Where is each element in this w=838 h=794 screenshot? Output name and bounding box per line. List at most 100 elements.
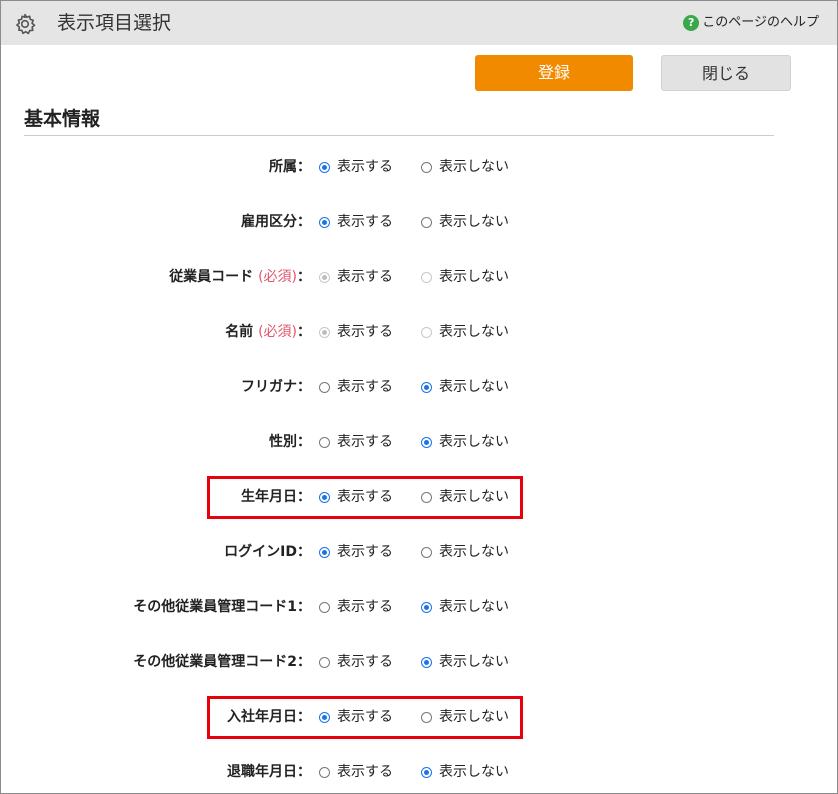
field-label-text: その他従業員管理コード1 [133, 599, 297, 615]
radio-option-hide[interactable]: 表示しない [421, 597, 509, 617]
radio-option-hide[interactable]: 表示しない [421, 432, 509, 452]
field-label: 入社年月日： [227, 707, 311, 727]
field-label-text: 従業員コード [169, 269, 254, 285]
radio-option-show[interactable]: 表示する [319, 432, 393, 452]
field-row: 雇用区分： 表示する 表示しない [1, 212, 837, 232]
field-label: 名前 (必須)： [225, 322, 311, 342]
radio-button-hide[interactable] [421, 436, 432, 448]
section-divider [24, 135, 774, 136]
radio-option-show[interactable]: 表示する [319, 652, 393, 672]
radio-label-hide: 表示しない [439, 764, 509, 780]
radio-label-hide: 表示しない [439, 654, 509, 670]
required-marker: (必須) [258, 324, 297, 340]
radio-button-hide[interactable] [421, 216, 432, 228]
field-label-text: 生年月日 [241, 489, 297, 505]
radio-button-show[interactable] [319, 436, 330, 448]
radio-label-hide: 表示しない [439, 709, 509, 725]
field-label: 従業員コード (必須)： [169, 267, 311, 287]
register-button[interactable]: 登録 [475, 55, 633, 91]
radio-label-show: 表示する [337, 654, 393, 670]
radio-label-show: 表示する [337, 214, 393, 230]
radio-label-show: 表示する [337, 764, 393, 780]
field-label: 生年月日： [241, 487, 311, 507]
radio-option-show[interactable]: 表示する [319, 707, 393, 727]
radio-button-hide[interactable] [421, 656, 432, 668]
radio-label-hide: 表示しない [439, 544, 509, 560]
radio-button-hide[interactable] [421, 381, 432, 393]
help-link[interactable]: ? このページのヘルプ [683, 1, 819, 45]
field-label-colon: ： [297, 214, 311, 230]
radio-option-show[interactable]: 表示する [319, 597, 393, 617]
radio-option-hide[interactable]: 表示しない [421, 157, 509, 177]
field-row: ログインID： 表示する 表示しない [1, 542, 837, 562]
radio-label-hide: 表示しない [439, 269, 509, 285]
field-label: 退職年月日： [227, 762, 311, 782]
field-label: 雇用区分： [241, 212, 311, 232]
dialog-window: 表示項目選択 ? このページのヘルプ 登録 閉じる 基本情報 所属： 表示する 表示… [0, 0, 838, 794]
field-label-colon: ： [297, 269, 311, 285]
radio-button-show[interactable] [319, 381, 330, 393]
radio-label-hide: 表示しない [439, 214, 509, 230]
radio-button-show[interactable] [319, 161, 330, 173]
radio-button-hide[interactable] [421, 601, 432, 613]
radio-option-hide[interactable]: 表示しない [421, 487, 509, 507]
radio-option-hide[interactable]: 表示しない [421, 542, 509, 562]
field-row: 所属： 表示する 表示しない [1, 157, 837, 177]
radio-option-hide[interactable]: 表示しない [421, 707, 509, 727]
radio-button-hide[interactable] [421, 711, 432, 723]
radio-button-show [319, 326, 330, 338]
field-label-colon: ： [297, 434, 311, 450]
radio-option-show[interactable]: 表示する [319, 542, 393, 562]
field-label-colon: ： [297, 159, 311, 175]
field-label: 性別： [269, 432, 311, 452]
radio-button-hide[interactable] [421, 491, 432, 503]
radio-button-hide[interactable] [421, 546, 432, 558]
radio-option-hide[interactable]: 表示しない [421, 652, 509, 672]
radio-option-hide[interactable]: 表示しない [421, 762, 509, 782]
field-row: 名前 (必須)： 表示する 表示しない [1, 322, 837, 342]
radio-button-show[interactable] [319, 546, 330, 558]
radio-button-show[interactable] [319, 601, 330, 613]
field-label-text: 所属 [269, 159, 297, 175]
help-link-label: このページのヘルプ [702, 15, 819, 30]
radio-button-hide [421, 271, 432, 283]
radio-button-show[interactable] [319, 216, 330, 228]
radio-option-hide: 表示しない [421, 322, 509, 342]
field-label-text: 雇用区分 [241, 214, 297, 230]
radio-button-show[interactable] [319, 766, 330, 778]
radio-option-show[interactable]: 表示する [319, 212, 393, 232]
field-label-text: その他従業員管理コード2 [133, 654, 297, 670]
field-row: その他従業員管理コード1： 表示する 表示しない [1, 597, 837, 617]
field-label-colon: ： [297, 654, 311, 670]
radio-option-show[interactable]: 表示する [319, 762, 393, 782]
radio-label-show: 表示する [337, 544, 393, 560]
field-label: フリガナ： [241, 377, 311, 397]
gear-icon [16, 13, 36, 35]
field-row: 入社年月日： 表示する 表示しない [1, 707, 837, 727]
close-button[interactable]: 閉じる [661, 55, 791, 91]
radio-button-show [319, 271, 330, 283]
radio-option-show: 表示する [319, 267, 393, 287]
radio-button-hide[interactable] [421, 766, 432, 778]
radio-option-show[interactable]: 表示する [319, 157, 393, 177]
radio-button-hide[interactable] [421, 161, 432, 173]
page-title: 表示項目選択 [57, 12, 172, 34]
radio-option-show[interactable]: 表示する [319, 487, 393, 507]
radio-label-hide: 表示しない [439, 434, 509, 450]
field-label: その他従業員管理コード1： [133, 597, 311, 617]
radio-option-hide[interactable]: 表示しない [421, 377, 509, 397]
radio-option-show[interactable]: 表示する [319, 377, 393, 397]
field-row: 従業員コード (必須)： 表示する 表示しない [1, 267, 837, 287]
radio-button-show[interactable] [319, 491, 330, 503]
radio-option-hide[interactable]: 表示しない [421, 212, 509, 232]
field-row: フリガナ： 表示する 表示しない [1, 377, 837, 397]
field-label-colon: ： [297, 709, 311, 725]
radio-button-show[interactable] [319, 656, 330, 668]
radio-button-show[interactable] [319, 711, 330, 723]
field-label-text: 名前 [225, 324, 254, 340]
radio-label-show: 表示する [337, 159, 393, 175]
radio-label-show: 表示する [337, 599, 393, 615]
help-icon: ? [683, 15, 700, 31]
radio-label-show: 表示する [337, 324, 393, 340]
radio-label-hide: 表示しない [439, 159, 509, 175]
